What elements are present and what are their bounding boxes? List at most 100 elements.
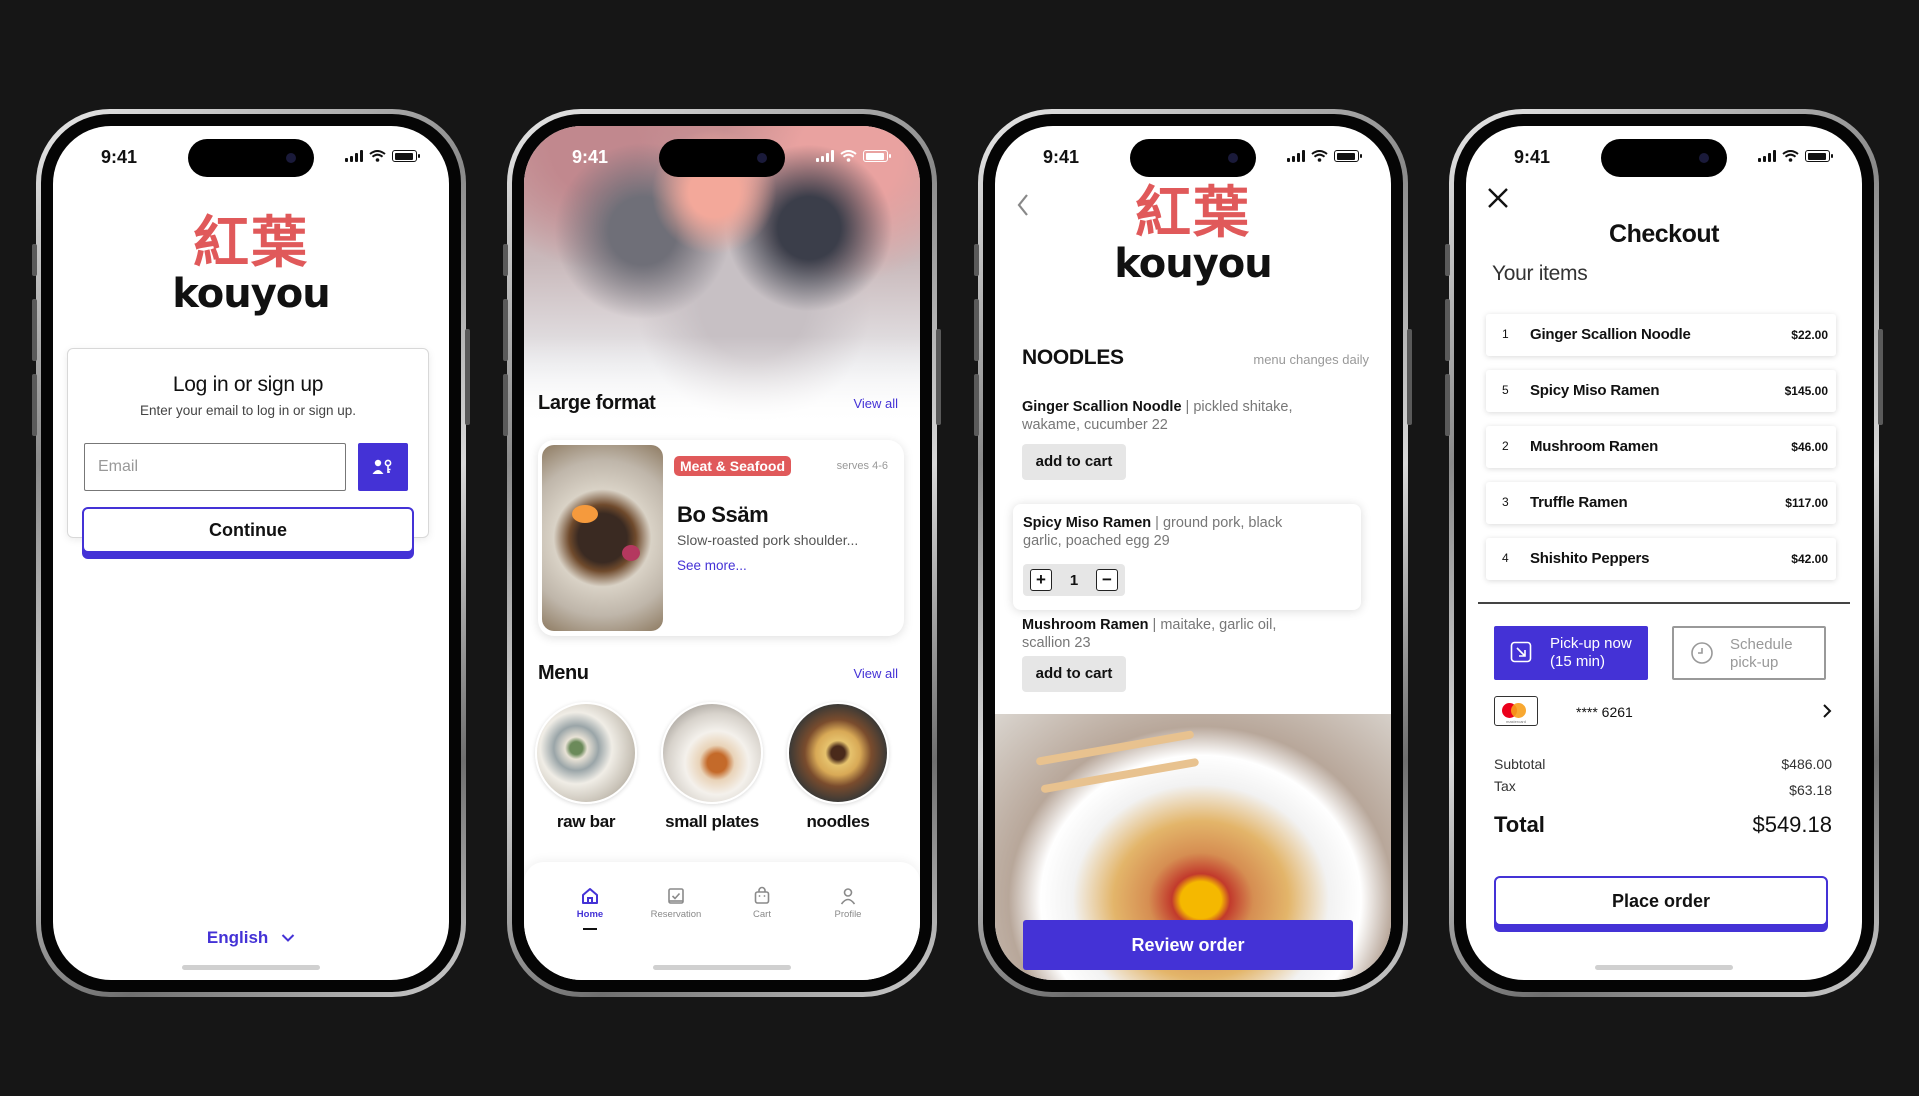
battery-icon [1805,150,1833,162]
chevron-right-icon [1823,704,1832,718]
category-raw-bar[interactable]: raw bar [534,702,638,832]
email-input[interactable]: Email [84,443,346,491]
decrement-button[interactable]: − [1096,569,1118,591]
screen-menu: 9:41 紅葉 kouyou NOODLES menu changes dail… [995,126,1391,980]
phone-checkout: 9:41 Checkout Your items 1 Ginger Scallio… [1445,109,1883,997]
menu-note: menu changes daily [1253,352,1369,367]
category-tag: Meat & Seafood [674,456,792,476]
item-price: $46.00 [1791,440,1828,454]
item-price: $117.00 [1785,496,1828,510]
large-format-view-all[interactable]: View all [853,396,898,411]
pickup-now-eta: (15 min) [1550,653,1606,670]
status-time: 9:41 [1514,147,1551,167]
item-qty: 1 [1502,327,1509,341]
tab-cart[interactable]: Cart [722,886,802,920]
wifi-icon [1311,150,1328,162]
bag-icon [754,886,770,904]
calendar-check-icon [668,888,684,904]
tab-label: Reservation [650,909,702,920]
category-noodles[interactable]: noodles [786,702,890,832]
wifi-icon [840,150,857,162]
increment-button[interactable]: + [1030,569,1052,591]
tab-home[interactable]: Home [550,886,630,930]
language-selector[interactable]: English [53,928,449,948]
item-qty: 3 [1502,495,1509,509]
dynamic-island [188,139,314,177]
category-image [535,702,637,804]
mastercard-icon: mastercard [1494,696,1538,726]
serves-label: serves 4-6 [836,460,888,472]
category-label: noodles [806,812,870,831]
subtotal-label: Subtotal [1494,756,1546,772]
menu-item-name: Spicy Miso Ramen [1023,515,1152,531]
cart-item-row[interactable]: 1 Ginger Scallion Noodle $22.00 [1486,314,1836,356]
person-key-icon [372,459,392,474]
screen-login: 9:41 紅葉 kouyou Log in or sign up Enter y… [53,126,449,980]
divider [1478,602,1850,604]
category-image [661,702,763,804]
cart-item-row[interactable]: 2 Mushroom Ramen $46.00 [1486,426,1836,468]
brand-logo-roman: kouyou [172,271,331,317]
tab-reservation[interactable]: Reservation [636,886,716,920]
battery-icon [1334,150,1362,162]
dish-name: Bo Ssäm [677,502,769,527]
phone-login: 9:41 紅葉 kouyou Log in or sign up Enter y… [32,109,470,997]
battery-icon [863,150,891,162]
home-indicator [182,965,320,970]
continue-button[interactable]: Continue [82,507,414,553]
schedule-pickup-option[interactable]: Schedule pick-up [1672,626,1826,680]
item-name: Ginger Scallion Noodle [1530,326,1691,343]
passkey-button[interactable] [358,443,408,491]
item-name: Spicy Miso Ramen [1530,382,1660,399]
quantity-stepper[interactable]: + 1 − [1023,564,1125,596]
chevron-down-icon [281,934,295,942]
dynamic-island [1601,139,1727,177]
cart-item-row[interactable]: 5 Spicy Miso Ramen $145.00 [1486,370,1836,412]
cart-item-row[interactable]: 3 Truffle Ramen $117.00 [1486,482,1836,524]
screen-checkout: 9:41 Checkout Your items 1 Ginger Scallio… [1466,126,1862,980]
pickup-now-option[interactable]: Pick-up now (15 min) [1494,626,1648,680]
brand-logo-japanese: 紅葉 [1135,181,1251,246]
item-qty: 5 [1502,383,1509,397]
place-order-button[interactable]: Place order [1494,876,1828,926]
brand-logo: 紅葉 kouyou [995,181,1391,285]
schedule-label: Schedule [1730,636,1793,653]
item-price: $145.00 [1784,384,1828,398]
add-to-cart-button[interactable]: add to cart [1022,656,1126,692]
add-to-cart-button[interactable]: add to cart [1022,444,1126,480]
menu-item: Ginger Scallion Noodle | pickled shitake… [1022,398,1322,434]
total-label: Total [1494,812,1545,837]
item-name: Shishito Peppers [1530,550,1650,567]
battery-icon [392,150,420,162]
login-subtitle: Enter your email to log in or sign up. [139,403,357,418]
login-title: Log in or sign up [172,373,324,396]
wifi-icon [369,150,386,162]
clock-icon [1691,642,1713,664]
card-number: **** 6261 [1576,704,1633,720]
language-label: English [206,928,269,947]
see-more-link[interactable]: See more... [677,558,747,573]
menu-item-card-selected: Spicy Miso Ramen | ground pork, black ga… [1013,504,1361,610]
menu-title: Menu [538,662,589,684]
review-order-button[interactable]: Review order [1023,920,1353,970]
subtotal-value: $486.00 [1781,756,1832,772]
arrow-down-right-icon [1510,641,1532,663]
home-icon [582,888,598,904]
category-small-plates[interactable]: small plates [660,702,764,832]
home-indicator [653,965,791,970]
item-price: $42.00 [1791,552,1828,566]
menu-item: Spicy Miso Ramen | ground pork, black ga… [1023,514,1323,550]
cart-item-row[interactable]: 4 Shishito Peppers $42.00 [1486,538,1836,580]
category-image [787,702,889,804]
phone-menu: 9:41 紅葉 kouyou NOODLES menu changes dail… [974,109,1412,997]
large-format-card[interactable]: Meat & Seafood serves 4-6 Bo Ssäm Slow-r… [538,440,904,636]
home-indicator [1595,965,1733,970]
tab-profile[interactable]: Profile [808,886,888,920]
your-items-heading: Your items [1492,262,1588,285]
payment-method-chevron[interactable] [1822,703,1832,724]
status-time: 9:41 [572,147,609,167]
tab-label: Home [576,909,604,920]
menu-view-all[interactable]: View all [853,666,898,681]
tax-value: $63.18 [1789,782,1832,798]
close-button[interactable] [1486,186,1510,215]
